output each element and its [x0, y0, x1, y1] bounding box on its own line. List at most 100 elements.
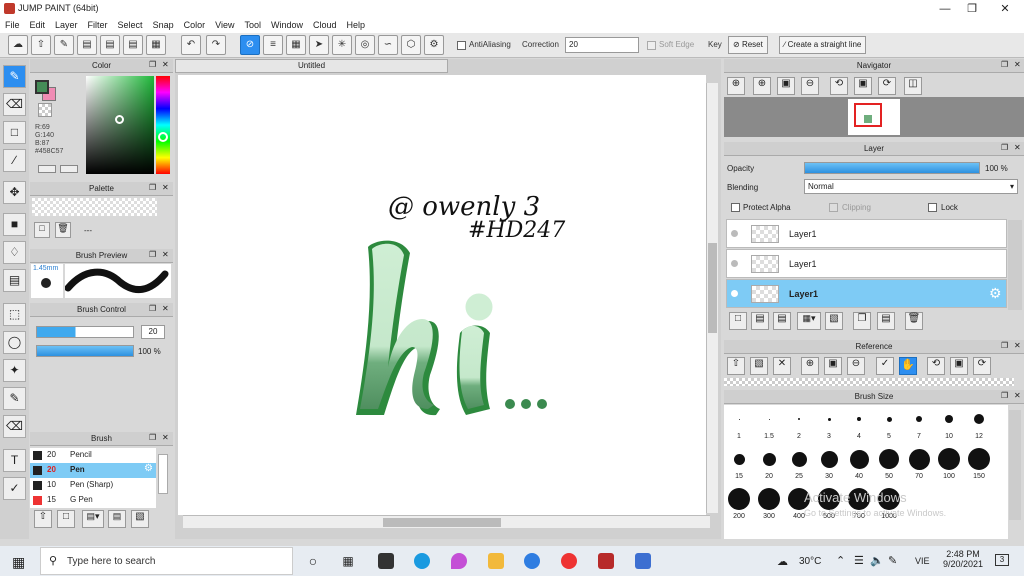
panel-float-icon[interactable]: ❐	[1001, 341, 1008, 350]
horizontal-scroll-thumb[interactable]	[383, 518, 501, 527]
panel-close-icon[interactable]: ✕	[162, 250, 169, 259]
edge-icon[interactable]	[414, 553, 430, 569]
brush-item-pencil[interactable]: 20 Pencil	[30, 448, 156, 463]
picker-cursor[interactable]	[115, 115, 124, 124]
gradient-tool-icon[interactable]: ▤	[3, 269, 26, 292]
text-tool-icon[interactable]: T	[3, 449, 26, 472]
soft-edge-checkbox[interactable]	[647, 41, 656, 50]
fit-icon[interactable]: ▣	[824, 357, 842, 375]
brush-size-value[interactable]: 20	[141, 325, 165, 339]
folder-icon[interactable]: ▧	[131, 510, 149, 528]
share-icon[interactable]: ⇧	[31, 35, 51, 55]
page-icon[interactable]: ▤	[123, 35, 143, 55]
zoom-in-icon[interactable]: ⊕	[801, 357, 819, 375]
menu-help[interactable]: Help	[342, 18, 371, 33]
task-view-icon[interactable]: ▦	[340, 553, 356, 569]
palette-swatches[interactable]	[32, 198, 157, 216]
brush-size-cell[interactable]: 25	[784, 445, 814, 485]
panel-close-icon[interactable]: ✕	[1014, 341, 1021, 350]
panel-float-icon[interactable]: ❐	[149, 60, 156, 69]
delete-layer-icon[interactable]: 🗑	[905, 312, 923, 330]
lock-checkbox[interactable]	[928, 203, 937, 212]
chrome-icon[interactable]	[561, 553, 577, 569]
cortana-icon[interactable]: ○	[305, 553, 321, 569]
eraser-tool-icon[interactable]: ⌫	[3, 93, 26, 116]
notification-icon[interactable]: 3	[995, 554, 1009, 566]
line-tool-icon[interactable]: ∕	[3, 149, 26, 172]
undo-icon[interactable]: ↶	[181, 35, 201, 55]
menu-layer[interactable]: Layer	[50, 18, 83, 33]
text-layer-icon[interactable]: ▤	[773, 312, 791, 330]
select-erase-tool-icon[interactable]: ⌫	[3, 415, 26, 438]
note-icon[interactable]: ▤	[77, 35, 97, 55]
menu-color[interactable]: Color	[179, 18, 211, 33]
photos-icon[interactable]	[635, 553, 651, 569]
brush-size-cell[interactable]: 30	[814, 445, 844, 485]
eye-icon[interactable]	[731, 230, 738, 237]
pen-icon[interactable]: ✎	[888, 554, 897, 567]
transparent-swatch[interactable]	[38, 103, 52, 117]
restore-button[interactable]: ❐	[957, 0, 987, 18]
reset-view-icon[interactable]: ▣	[950, 357, 968, 375]
panel-close-icon[interactable]: ✕	[1014, 391, 1021, 400]
zoom-out-icon[interactable]: ⊖	[847, 357, 865, 375]
menu-window[interactable]: Window	[266, 18, 308, 33]
shape-tool-icon[interactable]: □	[3, 121, 26, 144]
foreground-color-swatch[interactable]	[35, 80, 49, 94]
menu-file[interactable]: File	[0, 18, 25, 33]
fit-screen-icon[interactable]: ▣	[777, 77, 795, 95]
panel-close-icon[interactable]: ✕	[162, 60, 169, 69]
panel-float-icon[interactable]: ❐	[149, 304, 156, 313]
comment-icon[interactable]: ✎	[54, 35, 74, 55]
new-layer-icon[interactable]: □	[729, 312, 747, 330]
temperature[interactable]: 30°C	[799, 556, 821, 567]
menu-select[interactable]: Select	[113, 18, 148, 33]
hue-slider[interactable]	[156, 76, 170, 174]
weather-icon[interactable]: ☁	[777, 555, 788, 568]
panel-close-icon[interactable]: ✕	[162, 433, 169, 442]
antialiasing-checkbox[interactable]	[457, 41, 466, 50]
eyedropper-tool-icon[interactable]: ✓	[3, 477, 26, 500]
magic-wand-tool-icon[interactable]: ✦	[3, 359, 26, 382]
navigator-viewport[interactable]	[854, 103, 882, 127]
snap-circle-icon[interactable]: ◎	[355, 35, 375, 55]
panel-float-icon[interactable]: ❐	[149, 183, 156, 192]
windows-start-icon[interactable]: ▦	[12, 554, 25, 571]
brush-item-pen[interactable]: 20 Pen ⚙	[30, 463, 156, 478]
brush-tool-icon[interactable]: ✎	[3, 65, 26, 88]
brush-item-pen-sharp[interactable]: 10 Pen (Sharp)	[30, 478, 156, 493]
zoom-fit-icon[interactable]: ⊕	[727, 77, 745, 95]
gear-icon[interactable]: ⚙	[989, 285, 1002, 302]
canvas-horizontal-scrollbar[interactable]	[183, 515, 710, 528]
snap-parallel-icon[interactable]: ≡	[263, 35, 283, 55]
menu-view[interactable]: View	[210, 18, 239, 33]
chevron-up-icon[interactable]: ⌃	[836, 554, 845, 567]
brush-size-cell[interactable]: 4	[844, 405, 874, 445]
reset-color-button[interactable]	[60, 165, 78, 173]
reference-preview[interactable]	[724, 378, 1014, 386]
navigator-preview-area[interactable]	[724, 97, 1024, 137]
brush-size-cell[interactable]: 5	[874, 405, 904, 445]
jump-paint-icon[interactable]	[598, 553, 614, 569]
brush-size-scrollbar[interactable]	[1009, 410, 1021, 520]
snap-burst-icon[interactable]: ✳	[332, 35, 352, 55]
brush-size-cell[interactable]: 1	[724, 405, 754, 445]
hue-cursor[interactable]	[158, 132, 168, 142]
vertical-scroll-thumb[interactable]	[708, 243, 717, 333]
layer-row[interactable]: Layer1	[726, 219, 1007, 248]
panel-float-icon[interactable]: ❐	[1001, 143, 1008, 152]
layer-opacity-slider[interactable]	[804, 162, 980, 174]
settings-icon[interactable]: ⚙	[424, 35, 444, 55]
protect-alpha-checkbox[interactable]	[731, 203, 740, 212]
network-icon[interactable]: ☰	[854, 554, 864, 567]
rotate-left-icon[interactable]: ⟲	[927, 357, 945, 375]
grid-icon[interactable]: ▦	[146, 35, 166, 55]
brush-size-cell[interactable]: 1.5	[754, 405, 784, 445]
panel-close-icon[interactable]: ✕	[1014, 143, 1021, 152]
brush-size-cell[interactable]: 50	[874, 445, 904, 485]
select-rect-tool-icon[interactable]: ⬚	[3, 303, 26, 326]
straight-line-button[interactable]: ∕ Create a straight line	[779, 36, 867, 54]
panel-close-icon[interactable]: ✕	[1014, 60, 1021, 69]
brush-size-cell[interactable]: 300	[754, 485, 784, 525]
merge-layer-icon[interactable]: ▤	[877, 312, 895, 330]
